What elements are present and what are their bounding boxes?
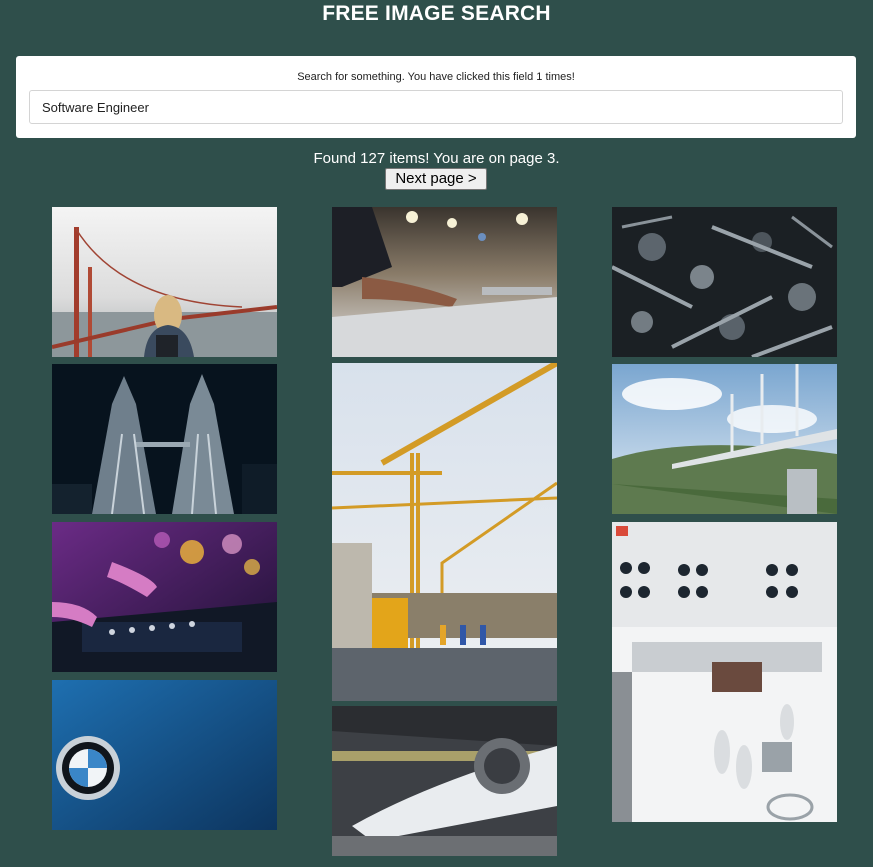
image-hand-on-mixing-console[interactable] [332,207,557,357]
image-construction-cranes-site[interactable] [332,363,557,701]
next-page-button[interactable]: Next page > [385,168,487,190]
image-metal-parts-pile[interactable] [612,207,837,357]
image-dj-mixer-hands[interactable] [52,522,277,672]
page-title: FREE IMAGE SEARCH [322,2,551,25]
search-input[interactable] [29,90,843,124]
image-bmw-logo-blue-car[interactable] [52,680,277,830]
search-label: Search for something. You have clicked t… [297,71,575,83]
search-card: Search for something. You have clicked t… [16,56,856,138]
image-cable-stayed-viaduct[interactable] [612,364,837,514]
image-petronas-towers-night[interactable] [52,364,277,514]
image-woman-golden-gate-bridge[interactable] [52,207,277,357]
image-jpl-clean-room[interactable] [612,522,837,822]
results-status: Found 127 items! You are on page 3. [313,150,560,167]
image-rocket-in-hangar[interactable] [332,706,557,856]
